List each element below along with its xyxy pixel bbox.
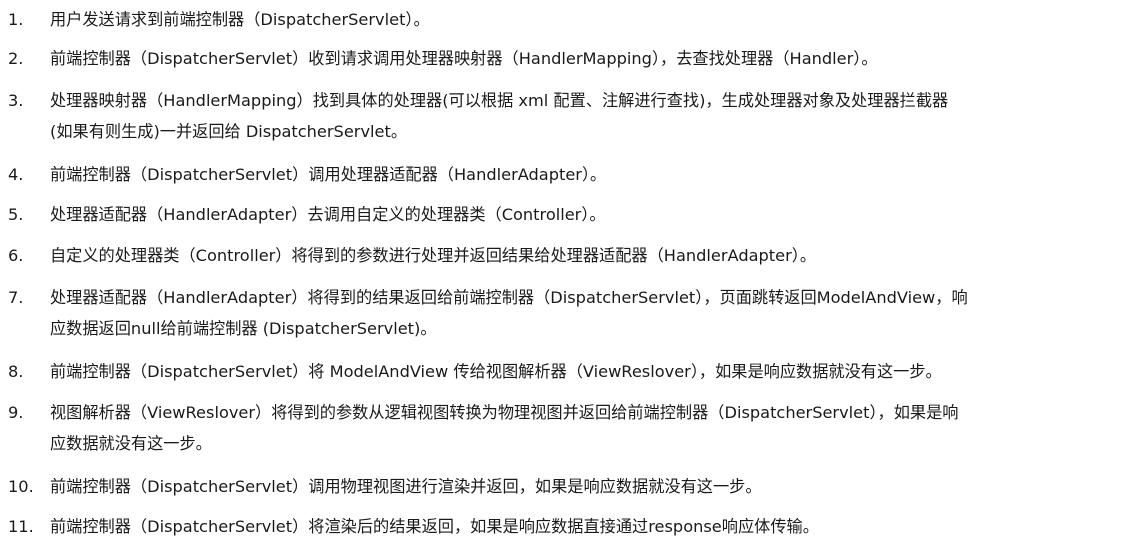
list-text: 前端控制器（DispatcherServlet）调用物理视图进行渲染并返回，如果… [50, 477, 762, 496]
list-number: 6. [8, 246, 24, 265]
list-number: 2. [8, 49, 24, 68]
list-text: (如果有则生成)一并返回给 DispatcherServlet。 [50, 122, 408, 141]
list-text: 自定义的处理器类（Controller）将得到的参数进行处理并返回结果给处理器适… [50, 246, 817, 265]
list-number: 9. [8, 403, 24, 422]
list-text: 前端控制器（DispatcherServlet）将 ModelAndView 传… [50, 362, 942, 381]
list-text: 处理器适配器（HandlerAdapter）去调用自定义的处理器类（Contro… [50, 205, 606, 224]
list-number: 8. [8, 362, 24, 381]
list-text: 处理器映射器（HandlerMapping）找到具体的处理器(可以根据 xml … [50, 91, 949, 110]
list-text: 应数据就没有这一步。 [50, 434, 212, 453]
list-text: 应数据返回null给前端控制器 (DispatcherServlet)。 [50, 319, 437, 338]
list-text: 处理器适配器（HandlerAdapter）将得到的结果返回给前端控制器（Dis… [50, 288, 968, 307]
list-number: 10. [8, 477, 34, 496]
list-number: 1. [8, 10, 24, 29]
list-number: 4. [8, 165, 24, 184]
list-text: 前端控制器（DispatcherServlet）将渲染后的结果返回，如果是响应数… [50, 517, 819, 536]
list-number: 7. [8, 288, 24, 307]
list-number: 3. [8, 91, 24, 110]
document-page: 1. 用户发送请求到前端控制器（DispatcherServlet）。 2. 前… [0, 0, 1148, 550]
list-text: 前端控制器（DispatcherServlet）收到请求调用处理器映射器（Han… [50, 49, 878, 68]
list-text: 前端控制器（DispatcherServlet）调用处理器适配器（Handler… [50, 165, 607, 184]
list-number: 5. [8, 205, 24, 224]
list-text: 视图解析器（ViewReslover）将得到的参数从逻辑视图转换为物理视图并返回… [50, 403, 959, 422]
list-number: 11. [8, 517, 34, 536]
list-text: 用户发送请求到前端控制器（DispatcherServlet）。 [50, 10, 430, 29]
